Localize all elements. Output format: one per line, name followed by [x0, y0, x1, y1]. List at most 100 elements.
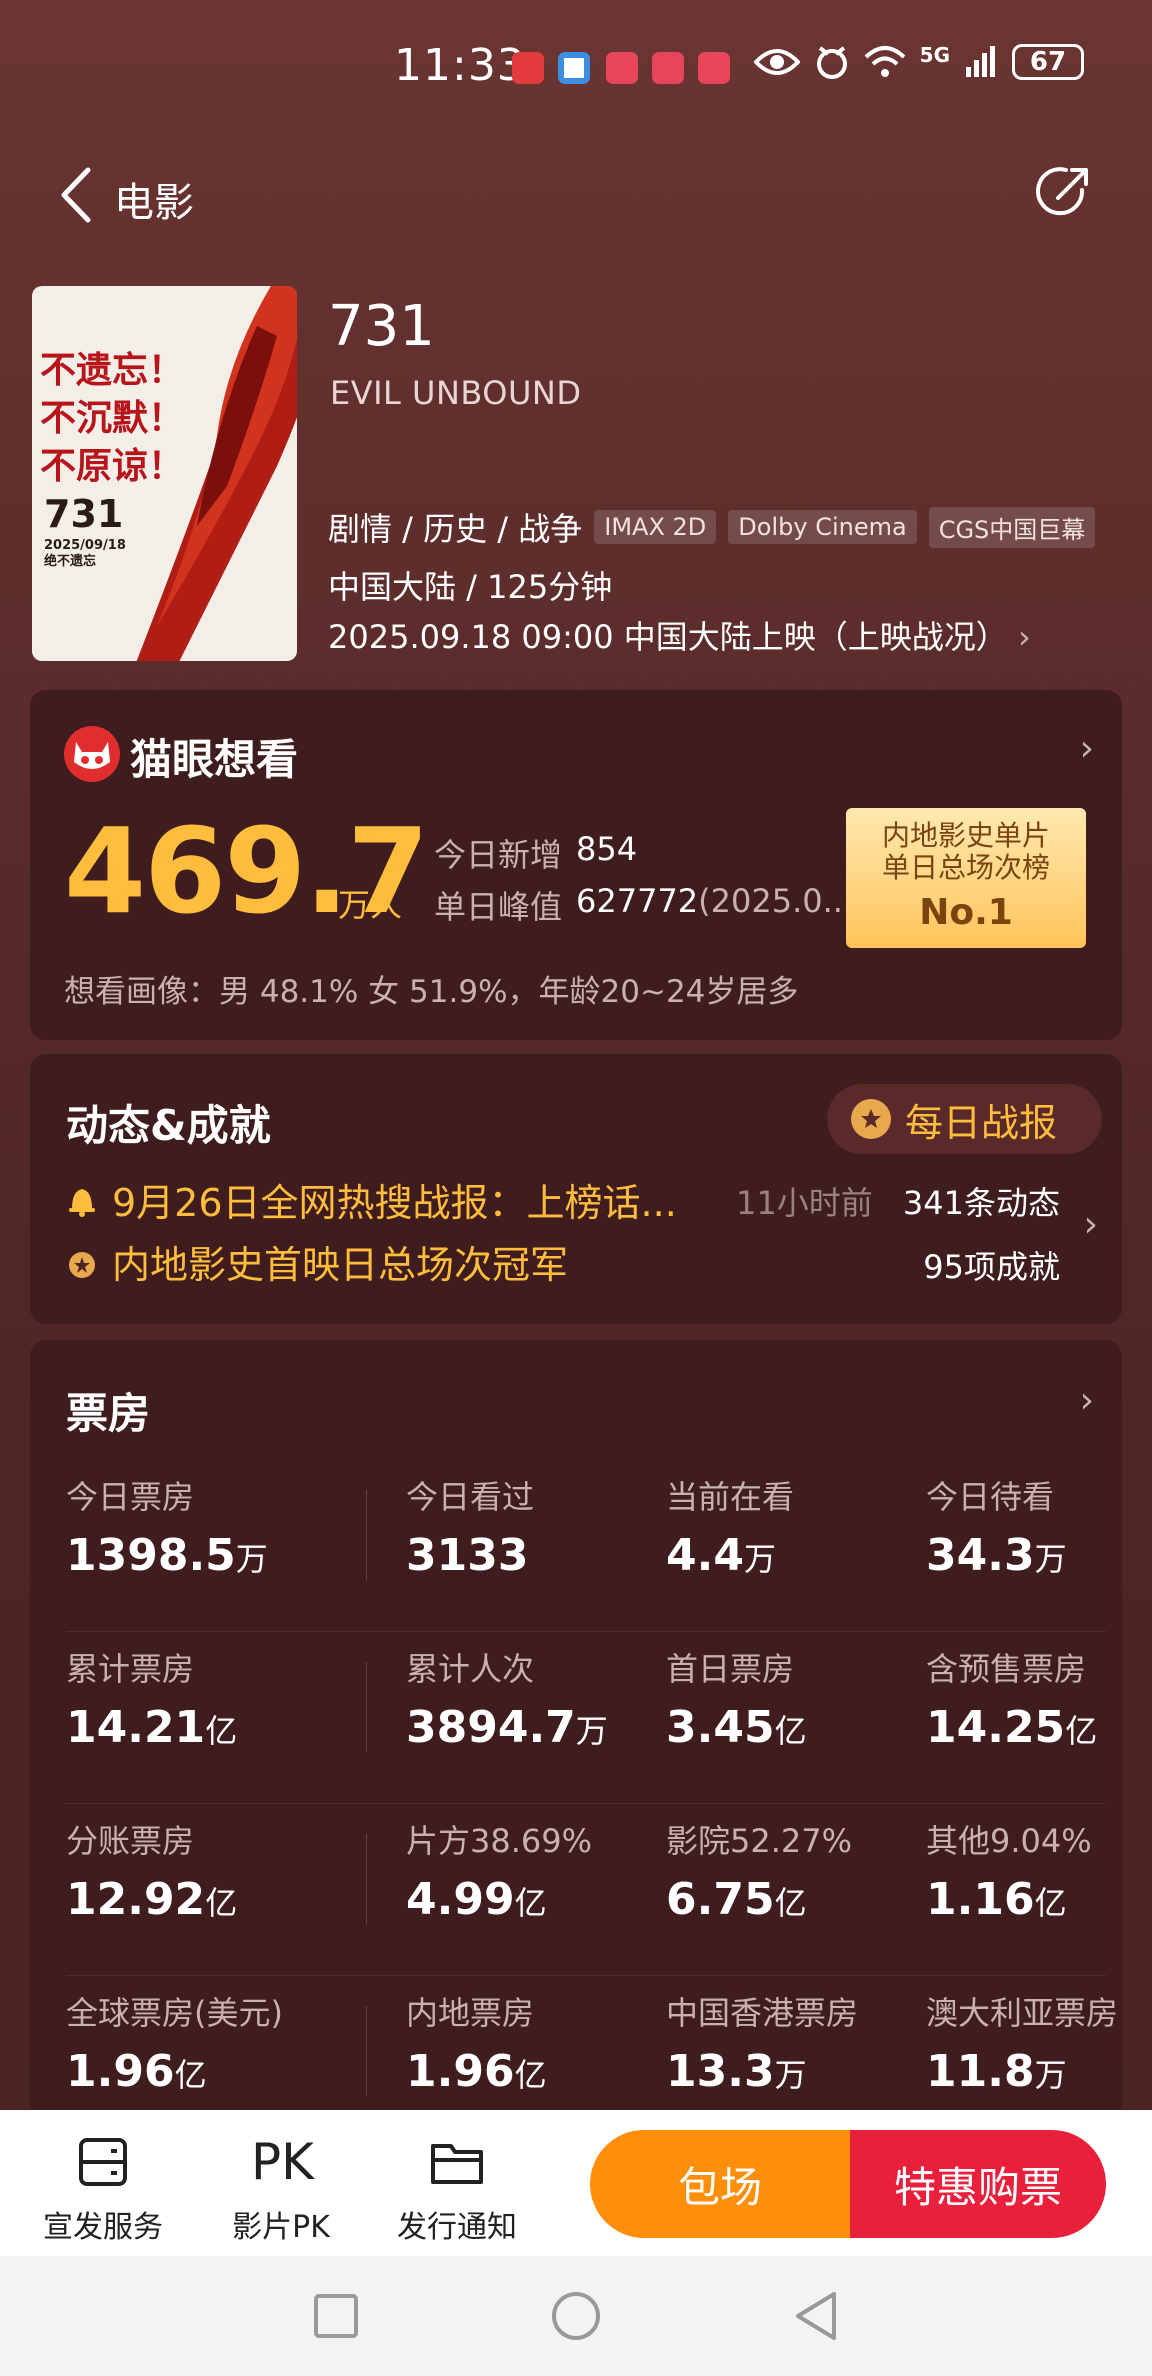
- stat-number: 1.16: [926, 1874, 1035, 1925]
- movie-title: 731: [328, 294, 435, 359]
- app-notification-icon: [558, 52, 590, 84]
- movie-pk-button[interactable]: PK 影片PK: [196, 2110, 366, 2256]
- peak-value: 627772(2025.0...: [576, 882, 853, 920]
- box-office-stat: 澳大利亚票房 11.8万: [926, 1988, 1118, 2097]
- book-notification-icon: [652, 52, 684, 84]
- dynamics-time: 11小时前: [736, 1184, 873, 1222]
- nav-title[interactable]: 电影: [114, 170, 194, 228]
- stat-unit: 万: [575, 1712, 608, 1750]
- stat-value: 14.25亿: [926, 1702, 1097, 1753]
- poster-slogan: 不遗忘！ 不沉默！ 不原谅！: [40, 346, 184, 490]
- stat-unit: 亿: [205, 1884, 238, 1922]
- poster-date: 2025/09/18 绝不遗忘: [44, 538, 126, 570]
- box-office-stat: 累计人次 3894.7万: [406, 1644, 608, 1753]
- stat-value: 34.3万: [926, 1530, 1067, 1581]
- recent-apps-icon[interactable]: [312, 2292, 360, 2340]
- stat-label: 今日待看: [926, 1478, 1055, 1516]
- format-tag: IMAX 2D: [594, 510, 717, 544]
- movie-region-duration: 中国大陆 / 125分钟: [328, 568, 613, 606]
- movie-english-title: EVIL UNBOUND: [330, 374, 582, 412]
- stat-unit: 亿: [1065, 1712, 1098, 1750]
- format-tag: Dolby Cinema: [728, 510, 917, 544]
- movie-poster[interactable]: 不遗忘！ 不沉默！ 不原谅！ 731 2025/09/18 绝不遗忘: [32, 286, 297, 661]
- peak-date: (2025.0...: [698, 882, 854, 920]
- movie-release[interactable]: 2025.09.18 09:00 中国大陆上映（上映战况） ›: [328, 612, 1031, 658]
- box-office-stat: 影院52.27% 6.75亿: [666, 1816, 852, 1925]
- home-icon[interactable]: [550, 2290, 602, 2342]
- stat-number: 14.25: [926, 1702, 1066, 1753]
- divider: [366, 2006, 367, 2096]
- stat-label: 首日票房: [666, 1650, 795, 1688]
- box-office-stat: 其他9.04% 1.16亿: [926, 1816, 1092, 1925]
- want-to-see-card[interactable]: 猫眼想看 › 469.7 万人 今日新增 854 单日峰值 627772(202…: [30, 690, 1122, 1040]
- movie-release-text: 2025.09.18 09:00 中国大陆上映（上映战况）: [328, 618, 1008, 656]
- box-office-row: 累计票房 14.21亿 累计人次 3894.7万 首日票房 3.45亿 含预售票房 14…: [66, 1632, 1106, 1804]
- stat-value: 14.21亿: [66, 1702, 237, 1753]
- dynamics-item[interactable]: 9月26日全网热搜战报：上榜话...: [66, 1172, 677, 1227]
- folder-icon: [431, 2144, 483, 2184]
- buy-ticket-button[interactable]: 特惠购票: [850, 2130, 1106, 2238]
- stat-number: 1398.5: [66, 1530, 236, 1581]
- release-notice-label: 发行通知: [397, 2210, 517, 2245]
- stat-unit: 亿: [774, 1712, 807, 1750]
- divider: [366, 1662, 367, 1752]
- box-office-grid: 今日票房 1398.5万 今日看过 3133 当前在看 4.4万 今日待看 34.3万 …: [66, 1460, 1118, 2148]
- alarm-icon: [816, 46, 847, 79]
- box-office-stat: 内地票房 1.96亿: [406, 1988, 547, 2097]
- stat-value: 4.4万: [666, 1530, 794, 1581]
- stat-label: 今日票房: [66, 1478, 195, 1516]
- book-notification-icon: [698, 52, 730, 84]
- stat-number: 12.92: [66, 1874, 206, 1925]
- status-time: 11:33: [394, 40, 526, 91]
- daily-report-button[interactable]: 每日战报: [827, 1084, 1102, 1154]
- achievement-item[interactable]: 内地影史首映日总场次冠军: [66, 1234, 568, 1289]
- promo-service-button[interactable]: 宣发服务: [18, 2110, 188, 2256]
- box-office-stat: 今日待看 34.3万: [926, 1472, 1067, 1581]
- stat-number: 34.3: [926, 1530, 1035, 1581]
- want-title: 猫眼想看: [130, 735, 299, 784]
- chevron-right-icon: ›: [1007, 618, 1031, 656]
- private-screening-button[interactable]: 包场: [590, 2130, 850, 2238]
- stat-unit: 万: [1034, 1540, 1067, 1578]
- stat-number: 6.75: [666, 1874, 775, 1925]
- stat-unit: 亿: [205, 1712, 238, 1750]
- top-nav: 电影: [0, 160, 1152, 230]
- stat-value: 3894.7万: [406, 1702, 608, 1753]
- system-nav-bar: [0, 2256, 1152, 2376]
- poster-slogan-line: 不遗忘！: [40, 349, 185, 391]
- release-notice-button[interactable]: 发行通知: [372, 2110, 542, 2256]
- want-unit: 万人: [338, 886, 403, 924]
- poster-tagline: 绝不遗忘: [44, 554, 97, 569]
- server-icon: [79, 2138, 127, 2186]
- bell-icon: [69, 1188, 95, 1217]
- stat-value: 3.45亿: [666, 1702, 807, 1753]
- share-icon[interactable]: [1032, 160, 1096, 224]
- rank-badge[interactable]: 内地影史单片 单日总场次榜 No.1: [846, 808, 1086, 948]
- back-icon[interactable]: [792, 2290, 840, 2342]
- chevron-right-icon[interactable]: ›: [1080, 1380, 1094, 1421]
- promo-service-label: 宣发服务: [43, 2210, 163, 2245]
- stat-label: 其他9.04%: [926, 1822, 1092, 1860]
- stat-value: 1398.5万: [66, 1530, 268, 1581]
- dynamics-card[interactable]: 动态&成就 每日战报 9月26日全网热搜战报：上榜话... 11小时前 341条…: [30, 1054, 1122, 1324]
- rank-line2: 单日总场次榜: [881, 851, 1050, 884]
- stat-number: 1.96: [66, 2046, 175, 2097]
- chevron-right-icon[interactable]: ›: [1084, 1204, 1098, 1245]
- achievement-text: 内地影史首映日总场次冠军: [112, 1243, 569, 1287]
- stat-label: 全球票房(美元): [66, 1994, 283, 2032]
- want-portrait: 想看画像：男 48.1% 女 51.9%，年龄20~24岁居多: [64, 974, 799, 1010]
- box-office-stat: 首日票房 3.45亿: [666, 1644, 807, 1753]
- stat-label: 片方38.69%: [406, 1822, 593, 1860]
- genre-row: 剧情 / 历史 / 战争 IMAX 2D Dolby Cinema CGS中国巨…: [328, 504, 1096, 550]
- divider: [366, 1834, 367, 1924]
- today-new-value: 854: [576, 830, 638, 868]
- stat-label: 累计人次: [406, 1650, 535, 1688]
- battery-indicator: 67: [1012, 44, 1084, 80]
- stat-number: 13.3: [666, 2046, 775, 2097]
- peak-label: 单日峰值: [434, 888, 563, 926]
- status-bar: 11:33 5G 67: [0, 0, 1152, 130]
- box-office-stat: 含预售票房 14.25亿: [926, 1644, 1097, 1753]
- stat-number: 3.45: [666, 1702, 775, 1753]
- chevron-right-icon[interactable]: ›: [1080, 728, 1094, 769]
- back-arrow-icon[interactable]: [56, 166, 96, 224]
